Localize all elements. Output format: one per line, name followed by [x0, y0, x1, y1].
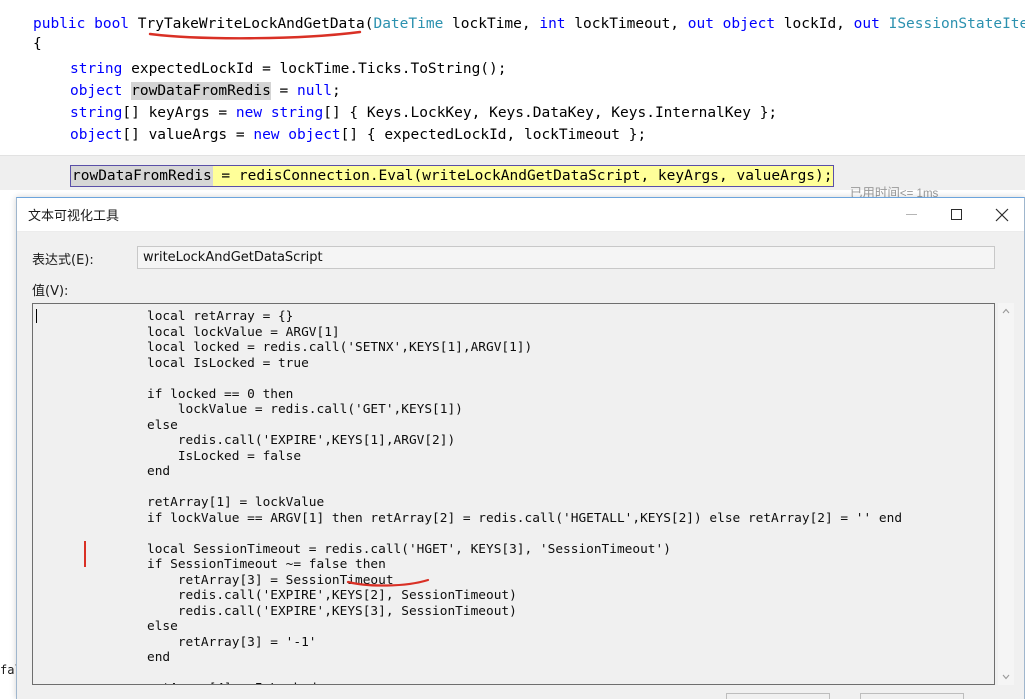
code-token: out — [853, 16, 880, 32]
scroll-up-button[interactable] — [998, 303, 1014, 319]
dialog-title: 文本可视化工具 — [28, 209, 120, 224]
code-token: [] { expectedLockId, lockTimeout }; — [340, 127, 647, 143]
maximize-button[interactable] — [934, 198, 979, 231]
code-token: rowDataFromRedis — [131, 82, 271, 100]
expression-input[interactable]: writeLockAndGetDataScript — [137, 246, 995, 269]
red-vertical-annotation — [84, 541, 86, 567]
code-line: string expectedLockId = lockTime.Ticks.T… — [70, 59, 507, 79]
chevron-down-icon — [1002, 674, 1010, 680]
code-token: public — [33, 16, 95, 32]
code-token: expectedLockId = lockTime.Ticks.ToString… — [122, 61, 507, 77]
code-line: object rowDataFromRedis = null; — [70, 81, 341, 101]
code-line: string[] keyArgs = new string[] { Keys.L… — [70, 103, 777, 123]
ide-left-edge — [0, 190, 16, 699]
value-vertical-scrollbar[interactable] — [998, 303, 1014, 685]
dialog-title-bar[interactable]: 文本可视化工具 — [17, 198, 1024, 232]
window-caption-buttons — [889, 198, 1024, 231]
code-token: lockTime, — [443, 16, 540, 32]
code-token: DateTime — [373, 16, 444, 32]
code-token: lockTimeout, — [565, 16, 688, 32]
dialog-body: 表达式(E): writeLockAndGetDataScript 值(V): … — [17, 232, 1024, 699]
text-caret — [36, 309, 37, 323]
exec-statement-rest: = redisConnection.Eval(writeLockAndGetDa… — [212, 168, 833, 184]
code-token: lockId, — [775, 16, 854, 32]
code-token: null — [297, 83, 332, 99]
expression-row: 表达式(E): writeLockAndGetDataScript — [17, 246, 1024, 270]
code-token: [] valueArgs = — [122, 127, 254, 143]
code-token: string — [270, 105, 324, 121]
code-line: { — [33, 34, 42, 54]
code-token: bool — [94, 16, 138, 32]
minimize-button[interactable] — [889, 198, 934, 231]
code-token: ; — [331, 83, 341, 99]
dialog-button-bar — [17, 693, 1024, 699]
code-token: object — [288, 127, 341, 143]
code-token: string — [70, 105, 123, 121]
text-visualizer-dialog: 文本可视化工具 表达式(E): writeLockAndGetDataScrip… — [16, 197, 1025, 699]
code-token: [] keyArgs = — [122, 105, 236, 121]
code-line: public bool TryTakeWriteLockAndGetData(D… — [33, 14, 1025, 34]
expression-label: 表达式(E): — [32, 253, 94, 268]
exec-statement-variable: rowDataFromRedis — [71, 166, 213, 186]
code-token: out object — [687, 16, 776, 32]
code-line: object[] valueArgs = new object[] { expe… — [70, 125, 646, 145]
code-token: new — [235, 105, 263, 121]
cancel-button[interactable] — [860, 693, 964, 699]
minimize-icon — [906, 214, 917, 215]
code-token: object — [70, 127, 123, 143]
scroll-down-button[interactable] — [998, 669, 1014, 685]
code-token: new — [253, 127, 280, 143]
code-token: ISessionStateIte — [888, 16, 1025, 32]
code-token: object — [70, 83, 123, 99]
code-token: TryTakeWriteLockAndGetData( — [137, 16, 374, 32]
current-statement-highlight[interactable]: rowDataFromRedis = redisConnection.Eval(… — [70, 165, 834, 187]
value-label: 值(V): — [32, 284, 69, 299]
value-text-content: local retArray = {} local lockValue = AR… — [147, 309, 903, 684]
code-token: int — [539, 16, 566, 32]
code-token: { — [33, 36, 42, 52]
ok-button[interactable] — [726, 693, 830, 699]
code-token: = — [270, 83, 298, 99]
close-icon — [995, 208, 1008, 221]
close-button[interactable] — [979, 198, 1024, 231]
code-token: string — [70, 61, 123, 77]
screen-root: public bool TryTakeWriteLockAndGetData(D… — [0, 0, 1025, 699]
maximize-icon — [951, 209, 962, 220]
code-token: [] { Keys.LockKey, Keys.DataKey, Keys.In… — [323, 105, 778, 121]
value-textarea[interactable]: local retArray = {} local lockValue = AR… — [32, 303, 995, 685]
chevron-up-icon — [1002, 308, 1010, 314]
